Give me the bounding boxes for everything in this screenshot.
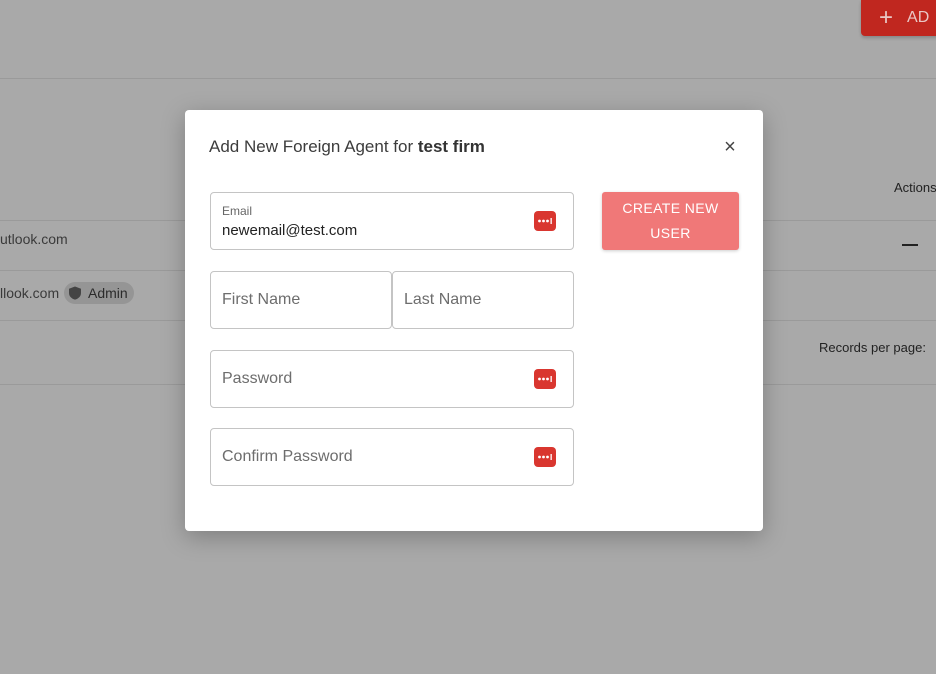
add-foreign-agent-dialog: Add New Foreign Agent for test firm × Em… xyxy=(185,110,763,531)
actions-column-header: Actions xyxy=(894,180,936,195)
table-row-email: utlook.com xyxy=(0,231,68,247)
shield-icon xyxy=(69,286,81,300)
last-name-field[interactable]: Last Name xyxy=(392,271,574,329)
password-manager-icon[interactable] xyxy=(534,211,556,231)
add-button[interactable]: + AD xyxy=(861,0,936,36)
confirm-password-field[interactable]: Confirm Password xyxy=(210,428,574,486)
last-name-placeholder: Last Name xyxy=(404,291,482,308)
add-button-label: AD xyxy=(907,9,930,26)
email-field[interactable]: Email newemail@test.com xyxy=(210,192,574,250)
plus-icon: + xyxy=(879,4,894,31)
create-button-label-line1: CREATE NEW xyxy=(622,200,719,216)
admin-badge-label: Admin xyxy=(88,285,128,301)
records-per-page-label: Records per page: xyxy=(819,340,926,355)
table-row-email: llook.com xyxy=(0,285,60,301)
password-placeholder: Password xyxy=(222,370,293,387)
close-icon[interactable]: × xyxy=(721,137,739,157)
email-label: Email xyxy=(222,204,253,218)
dialog-title: Add New Foreign Agent for test firm xyxy=(209,137,485,157)
dialog-title-firm: test firm xyxy=(417,137,485,156)
first-name-field[interactable]: First Name xyxy=(210,271,392,329)
create-new-user-button[interactable]: CREATE NEW USER xyxy=(602,192,739,250)
admin-badge: Admin xyxy=(64,282,134,304)
password-manager-icon[interactable] xyxy=(534,447,556,467)
password-manager-icon[interactable] xyxy=(534,369,556,389)
dialog-title-prefix: Add New Foreign Agent for xyxy=(209,137,418,156)
collapse-icon[interactable] xyxy=(902,244,918,246)
divider xyxy=(0,78,936,79)
password-field[interactable]: Password xyxy=(210,350,574,408)
confirm-password-placeholder: Confirm Password xyxy=(222,448,353,465)
email-value: newemail@test.com xyxy=(222,222,358,239)
first-name-placeholder: First Name xyxy=(222,291,301,308)
create-button-label-line2: USER xyxy=(650,225,691,241)
